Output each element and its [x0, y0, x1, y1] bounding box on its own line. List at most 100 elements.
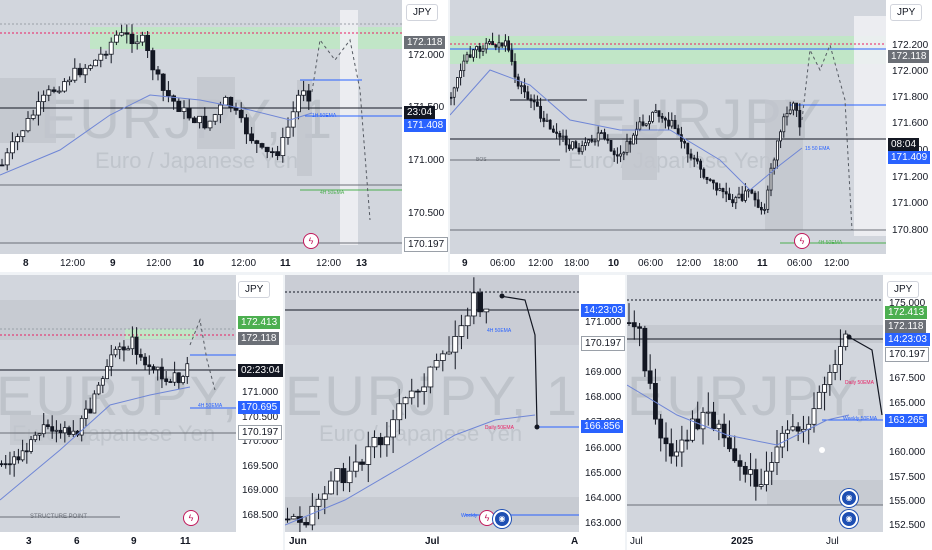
candle-body	[641, 121, 645, 126]
candle-body	[587, 139, 591, 144]
candle-body	[686, 142, 690, 155]
time-label: Jul	[630, 536, 643, 547]
currency-button[interactable]: JPY	[238, 281, 271, 298]
candle-body	[383, 436, 390, 446]
candle-body	[798, 109, 802, 128]
chart-panel-daily[interactable]: EURJPY, 1D Euro / Japanese Yen 4H 50EMA …	[285, 275, 625, 550]
level-tag: 170.197	[404, 237, 448, 252]
time-label: 12:00	[60, 258, 86, 269]
candle-body	[315, 498, 322, 507]
candle-body	[217, 104, 223, 116]
price-chart[interactable]	[0, 0, 402, 254]
zone-tag: 172.413	[885, 306, 928, 319]
time-axis[interactable]: 8 12:00 9 12:00 10 12:00 11 12:00 13	[0, 254, 402, 272]
price-label: 160.000	[889, 447, 926, 458]
price-axis[interactable]: 171.000 169.000 168.000 167.000 166.000 …	[579, 275, 625, 550]
price-axis[interactable]: JPY 172.200 172.000 171.800 171.600 171.…	[886, 0, 932, 272]
candle-body	[670, 119, 674, 127]
time-label: 9	[462, 258, 468, 269]
lightning-icon[interactable]: ϟ	[794, 233, 810, 249]
price-label: 157.500	[889, 472, 926, 483]
currency-button[interactable]: JPY	[406, 4, 439, 21]
time-label: 12:00	[146, 258, 172, 269]
candle-body	[122, 346, 126, 351]
candle-body	[450, 96, 453, 99]
candle-body	[647, 121, 651, 125]
candle-body	[197, 115, 203, 124]
price-label: 164.000	[585, 493, 622, 504]
price-label: 171.000	[242, 387, 279, 398]
candle-body	[759, 206, 763, 211]
candle-body	[795, 426, 801, 432]
candle-body	[109, 354, 114, 367]
candle-body	[79, 418, 84, 436]
candle-body	[143, 356, 147, 366]
currency-button[interactable]: JPY	[890, 4, 923, 21]
candle-body	[753, 469, 759, 487]
candle-body	[365, 446, 372, 465]
candle-body	[30, 114, 36, 119]
candle-body	[151, 366, 156, 371]
lightning-icon[interactable]: ϟ	[183, 510, 199, 526]
globe-icon[interactable]: ◉	[493, 510, 511, 528]
ema-annotation: Weekly 50EMA	[843, 416, 878, 422]
candle-body	[708, 179, 712, 181]
candle-body	[340, 468, 347, 484]
candle-body	[452, 336, 459, 353]
price-label: 152.500	[889, 520, 926, 531]
candle-body	[88, 408, 93, 414]
candle-body	[766, 189, 770, 210]
candle-body	[790, 426, 796, 431]
target-marker	[819, 447, 825, 453]
chart-panel-1h[interactable]: EURJPY, 1 Euro / Japanese Yen 1H 50EMA 4…	[0, 0, 448, 272]
candle-body	[577, 147, 581, 153]
candle-body	[737, 460, 743, 467]
chart-panel-15m[interactable]: EURJPY Euro / Japanese Yen BOS 15 50 EMA…	[450, 0, 932, 272]
candle-body	[513, 61, 517, 78]
candle-body	[674, 451, 679, 457]
range-box	[0, 300, 236, 340]
candle-body	[727, 437, 732, 450]
candle-body	[731, 199, 735, 204]
price-label: 170.500	[408, 208, 445, 219]
candle-body	[627, 322, 632, 325]
globe-icon[interactable]: ◉	[840, 510, 858, 528]
candle-body	[88, 65, 93, 69]
candle-body	[491, 41, 494, 46]
chart-panel-weekly[interactable]: EURJPY, W Daily 50EMA Weekly 50EMA ◉ ◉ J…	[627, 275, 932, 550]
candle-body	[795, 102, 799, 111]
lightning-icon[interactable]: ϟ	[303, 233, 319, 249]
candle-body	[692, 157, 696, 160]
price-label: 165.000	[889, 398, 926, 409]
price-chart[interactable]	[285, 275, 579, 532]
candle-body	[838, 346, 843, 365]
candle-body	[510, 49, 514, 62]
globe-icon[interactable]: ◉	[840, 489, 858, 507]
candle-body	[775, 140, 779, 161]
price-axis[interactable]: JPY 171.000 170.500 170.000 169.500 169.…	[236, 275, 283, 550]
candle-body	[155, 366, 160, 371]
candle-body	[145, 34, 151, 51]
time-label: 9	[131, 536, 137, 547]
time-axis[interactable]: 9 06:00 12:00 18:00 10 06:00 12:00 18:00…	[450, 254, 886, 272]
currency-button[interactable]: JPY	[887, 281, 920, 298]
chart-panel-4h[interactable]: EURJPY, 4 Euro / Japanese Yen STRUCTURE …	[0, 275, 283, 550]
candle-body	[558, 132, 562, 138]
candle-body	[758, 484, 764, 487]
time-axis[interactable]: Jun Jul A	[285, 532, 579, 550]
candle-body	[481, 48, 485, 52]
candle-body	[126, 348, 131, 351]
candle-body	[774, 446, 780, 463]
candle-body	[721, 423, 727, 439]
time-axis[interactable]: Jul 2025 Jul	[627, 532, 883, 550]
candle-body	[718, 188, 722, 191]
time-label: 06:00	[638, 258, 664, 269]
price-chart[interactable]	[450, 0, 886, 254]
price-axis[interactable]: JPY 175.000 167.500 165.000 160.000 157.…	[883, 275, 932, 550]
time-axis[interactable]: 3 6 9 11	[0, 532, 236, 550]
candle-body	[785, 429, 790, 434]
price-axis[interactable]: JPY 172.000 171.500 171.000 170.500 172.…	[402, 0, 448, 272]
target-marker	[499, 293, 505, 299]
candle-body	[390, 419, 397, 438]
candle-body	[15, 136, 21, 143]
